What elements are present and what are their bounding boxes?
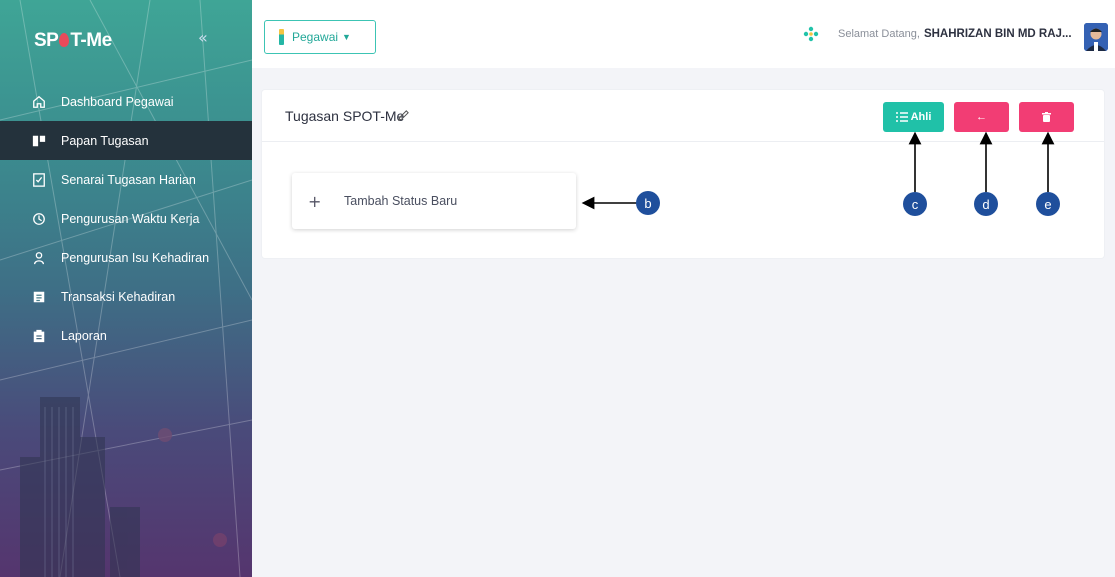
- sidebar-item-senarai-tugasan[interactable]: Senarai Tugasan Harian: [0, 160, 252, 199]
- callout-b: b: [636, 191, 660, 215]
- sidebar-item-isu-kehadiran[interactable]: Pengurusan Isu Kehadiran: [0, 238, 252, 277]
- role-label: Pegawai: [292, 30, 339, 44]
- app-logo[interactable]: SP T-Me: [34, 30, 112, 52]
- trash-icon: [1042, 112, 1051, 122]
- add-status-button[interactable]: + Tambah Status Baru: [292, 173, 576, 229]
- sidebar-item-label: Dashboard Pegawai: [61, 94, 174, 109]
- chevron-down-icon: ▼: [342, 32, 351, 42]
- add-status-label: Tambah Status Baru: [344, 194, 458, 208]
- skyline-illustration: [20, 397, 140, 577]
- sidebar-item-label: Papan Tugasan: [61, 133, 149, 148]
- logo-row: SP T-Me «: [0, 0, 252, 74]
- sidebar: SP T-Me « Dashboard Pegawai Papan Tugasan…: [0, 0, 252, 577]
- user-icon: [32, 251, 46, 265]
- board-icon: [32, 134, 46, 148]
- collapse-sidebar-icon[interactable]: «: [198, 28, 208, 47]
- card-header: Tugasan SPOT-Me Ahli ←: [262, 90, 1104, 142]
- role-flag-icon: [279, 29, 284, 45]
- callout-d: d: [974, 192, 998, 216]
- avatar[interactable]: [1084, 23, 1108, 51]
- page-title: Tugasan SPOT-Me: [285, 108, 405, 124]
- sidebar-nav: Dashboard Pegawai Papan Tugasan Senarai …: [0, 82, 252, 355]
- sidebar-item-dashboard[interactable]: Dashboard Pegawai: [0, 82, 252, 121]
- callout-e: e: [1036, 192, 1060, 216]
- pin-icon: [59, 33, 70, 47]
- pencil-icon[interactable]: [397, 109, 410, 122]
- delete-button[interactable]: [1019, 102, 1074, 132]
- arrow-left-icon: ←: [976, 111, 987, 123]
- topbar: Pegawai ▼ Selamat Datang, SHAHRIZAN BIN M…: [252, 0, 1115, 68]
- sidebar-item-label: Pengurusan Waktu Kerja: [61, 211, 200, 226]
- sidebar-item-label: Pengurusan Isu Kehadiran: [61, 250, 210, 265]
- sidebar-item-papan-tugasan[interactable]: Papan Tugasan: [0, 121, 252, 160]
- sidebar-item-label: Senarai Tugasan Harian: [61, 172, 196, 187]
- task-board-card: Tugasan SPOT-Me Ahli ← + Tambah Status B…: [262, 90, 1104, 258]
- sidebar-item-laporan[interactable]: Laporan: [0, 316, 252, 355]
- sidebar-item-label: Transaksi Kehadiran: [61, 289, 176, 304]
- plus-icon: +: [308, 191, 322, 211]
- checklist-icon: [32, 172, 46, 187]
- sidebar-item-label: Laporan: [61, 328, 107, 343]
- back-button[interactable]: ←: [954, 102, 1009, 132]
- user-name[interactable]: SHAHRIZAN BIN MD RAJ...: [924, 28, 1072, 40]
- clock-history-icon: [32, 212, 46, 226]
- home-icon: [32, 95, 46, 109]
- sidebar-item-waktu-kerja[interactable]: Pengurusan Waktu Kerja: [0, 199, 252, 238]
- sparkle-icon[interactable]: [803, 26, 819, 42]
- role-dropdown[interactable]: Pegawai ▼: [264, 20, 376, 54]
- list-icon: [895, 112, 908, 122]
- ahli-button[interactable]: Ahli: [883, 102, 944, 132]
- sidebar-item-transaksi[interactable]: Transaksi Kehadiran: [0, 277, 252, 316]
- ahli-label: Ahli: [910, 111, 932, 123]
- welcome-text: Selamat Datang, SHAHRIZAN BIN MD RAJ...: [838, 28, 1072, 40]
- callout-c: c: [903, 192, 927, 216]
- list-icon: [32, 290, 46, 304]
- report-icon: [32, 329, 46, 343]
